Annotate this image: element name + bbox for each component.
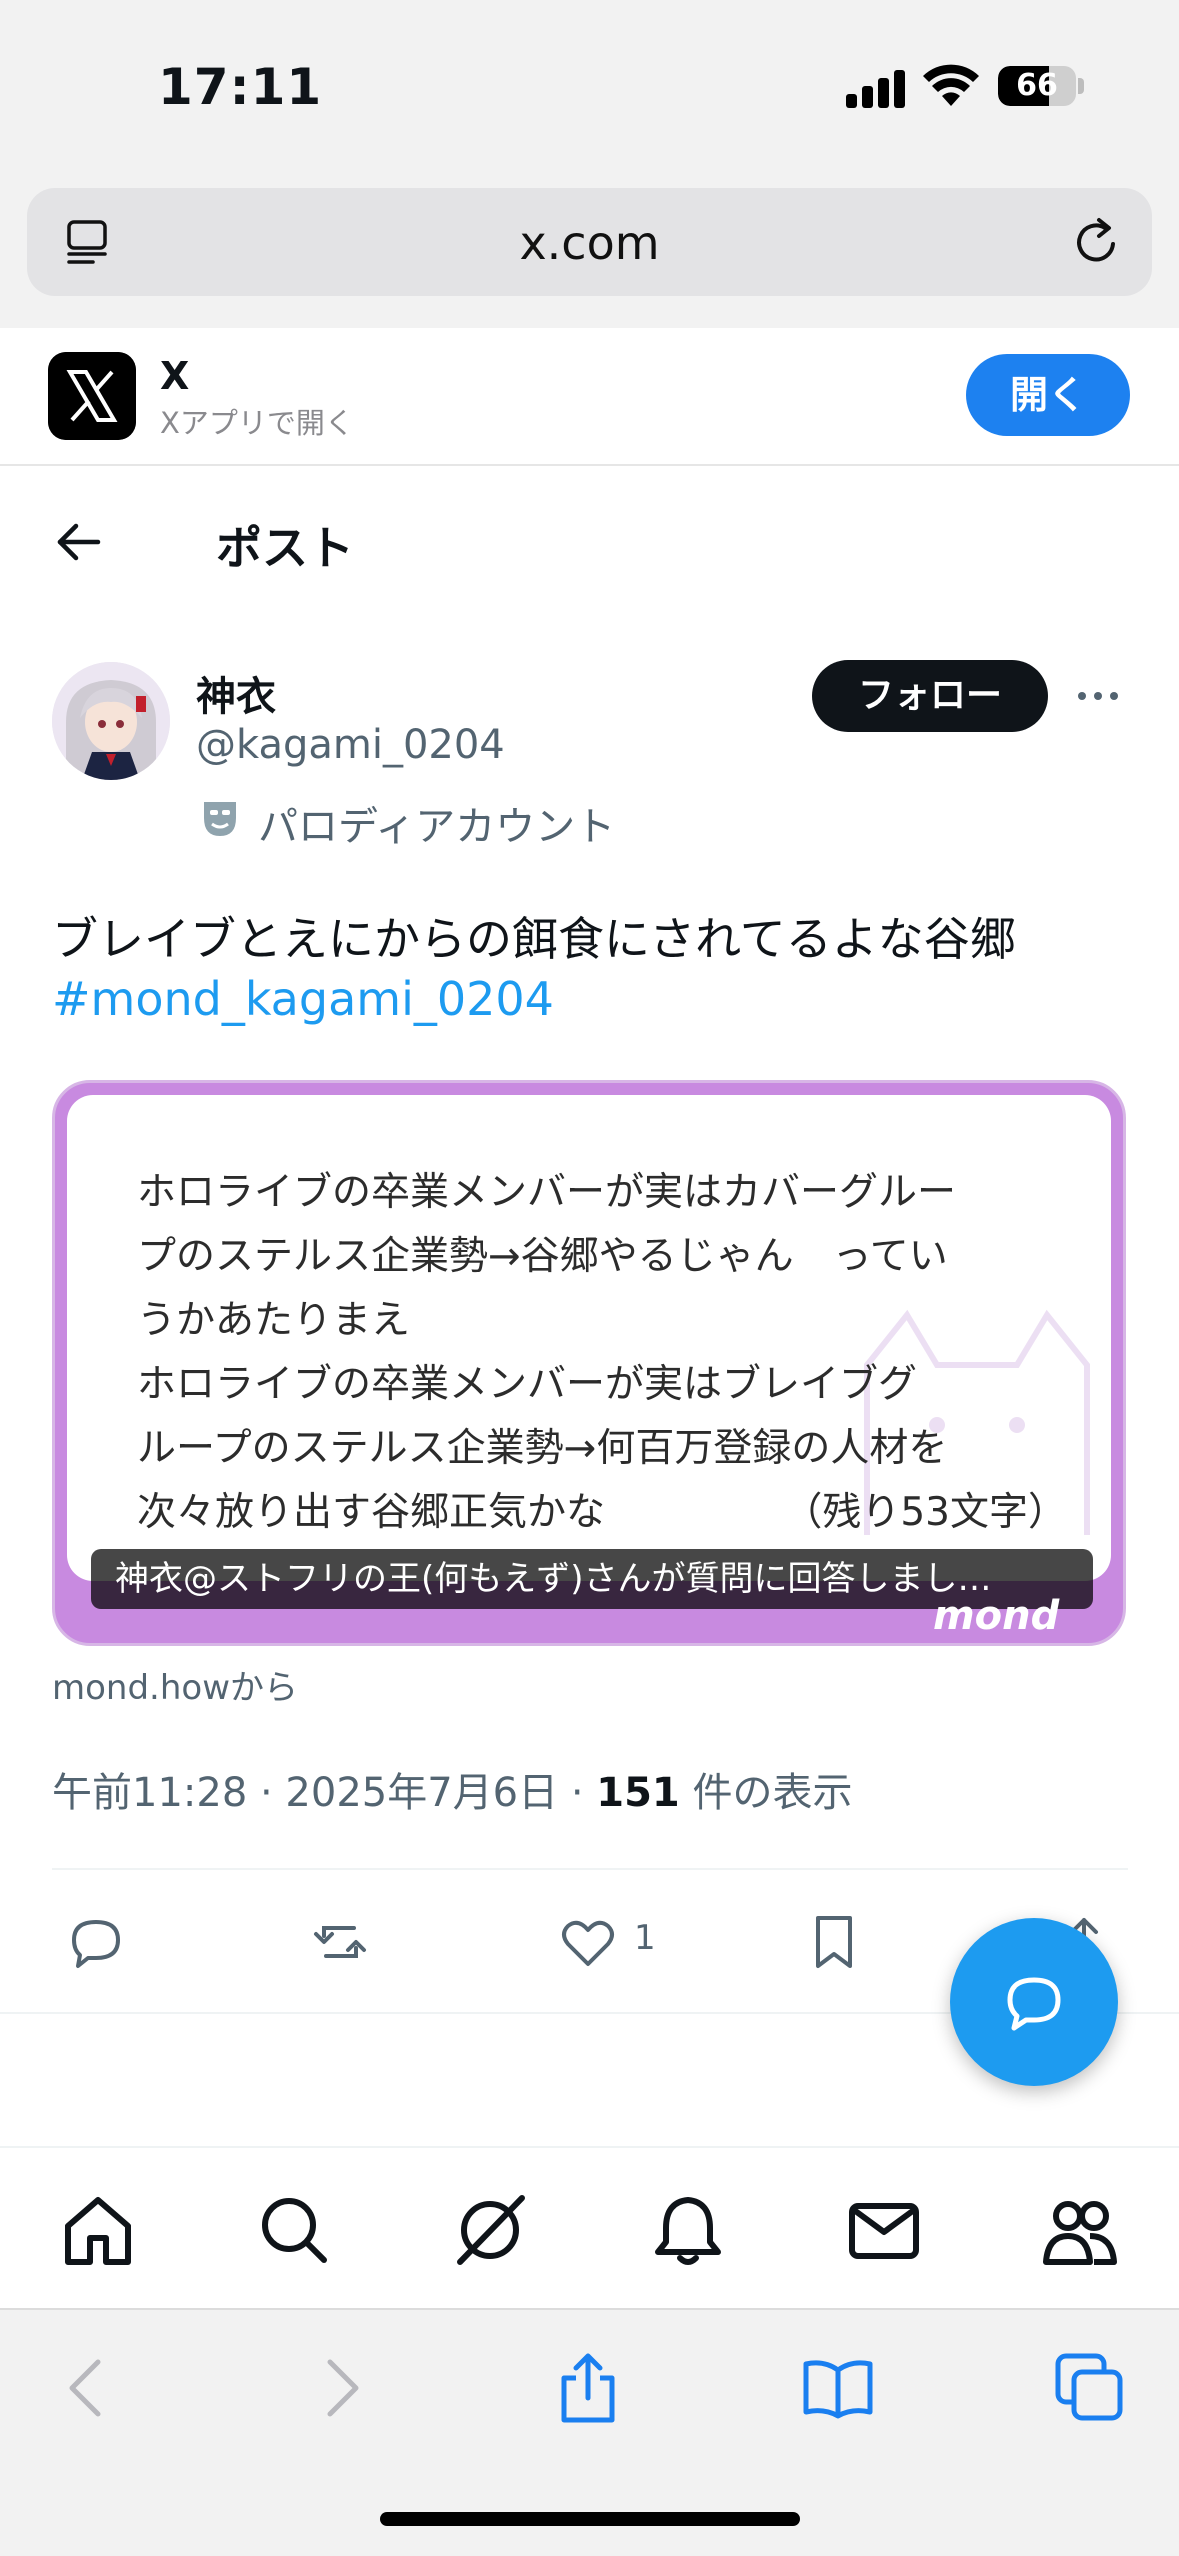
battery-cap xyxy=(1078,78,1084,94)
view-suffix: 件の表示 xyxy=(679,1770,853,1816)
card-source[interactable]: mond.howから xyxy=(52,1660,298,1709)
open-in-app-button[interactable]: 開く xyxy=(966,354,1130,436)
link-card[interactable]: ホロライブの卒業メンバーが実はカバーグルー プのステルス企業勢→谷郷やるじゃん … xyxy=(52,1080,1126,1646)
url-text[interactable]: x.com xyxy=(27,216,1152,270)
bottom-tab-bar xyxy=(0,2146,1179,2308)
card-image: ホロライブの卒業メンバーが実はカバーグルー プのステルス企業勢→谷郷やるじゃん … xyxy=(67,1095,1111,1581)
parody-account-label: パロディアカウント xyxy=(258,804,616,850)
repost-icon[interactable] xyxy=(310,1912,370,1972)
view-count: 151 xyxy=(596,1770,680,1816)
reply-bubble-icon xyxy=(1007,1977,1061,2031)
page-title: ポスト xyxy=(216,521,354,575)
card-text: ホロライブの卒業メンバーが実はカバーグルー プのステルス企業勢→谷郷やるじゃん … xyxy=(137,1161,1067,1545)
author-handle[interactable]: @kagami_0204 xyxy=(196,722,505,768)
battery-percent: 66 xyxy=(1016,68,1058,103)
browser-back-icon[interactable] xyxy=(52,2352,124,2424)
card-line: ループのステルス企業勢→何百万登録の人材を xyxy=(137,1426,948,1471)
compose-reply-button[interactable] xyxy=(950,1918,1118,2086)
bookmarks-icon[interactable] xyxy=(802,2352,874,2424)
cellular-signal-icon xyxy=(846,68,906,108)
card-line: 次々放り出す谷郷正気かな xyxy=(137,1490,606,1535)
status-bar: 17:11 66 xyxy=(0,0,1179,168)
post-text: ブレイブとえにからの餌食にされてるよな谷郷 xyxy=(52,912,1016,966)
follow-button[interactable]: フォロー xyxy=(812,660,1048,732)
home-icon[interactable] xyxy=(60,2192,136,2268)
card-line: プのステルス企業勢→谷郷やるじゃん ってい xyxy=(137,1234,948,1279)
post-timestamp[interactable]: 午前11:28 · 2025年7月6日 · xyxy=(52,1770,596,1816)
battery-indicator: 66 xyxy=(998,66,1076,106)
address-bar[interactable]: x.com xyxy=(27,188,1152,296)
like-count: 1 xyxy=(634,1918,656,1958)
status-time: 17:11 xyxy=(158,58,323,116)
notifications-icon[interactable] xyxy=(650,2192,726,2268)
browser-address-area: x.com xyxy=(0,168,1179,328)
more-options-icon[interactable] xyxy=(1074,676,1122,716)
reload-icon[interactable] xyxy=(1069,214,1125,270)
remaining-chars: （残り53文字） xyxy=(783,1490,1067,1535)
app-subtitle: Xアプリで開く xyxy=(160,406,354,440)
app-name: X xyxy=(160,354,190,398)
post-meta: 午前11:28 · 2025年7月6日 · 151 件の表示 xyxy=(52,1760,852,1818)
home-indicator xyxy=(380,2512,800,2526)
divider xyxy=(52,1868,1128,1870)
hashtag-link[interactable]: #mond_kagami_0204 xyxy=(52,972,554,1026)
card-brand-logo: mond xyxy=(933,1593,1060,1639)
messages-icon[interactable] xyxy=(846,2192,922,2268)
avatar[interactable] xyxy=(52,662,170,780)
browser-forward-icon[interactable] xyxy=(304,2352,376,2424)
back-arrow-icon[interactable] xyxy=(52,516,104,568)
tabs-icon[interactable] xyxy=(1054,2352,1126,2424)
card-line: うかあたりまえ xyxy=(137,1298,411,1343)
browser-share-icon[interactable] xyxy=(552,2352,624,2424)
card-line: ホロライブの卒業メンバーが実はブレイブグ xyxy=(137,1362,918,1407)
x-logo-icon xyxy=(48,352,136,440)
bookmark-icon[interactable] xyxy=(804,1912,864,1972)
app-banner: X Xアプリで開く 開く xyxy=(0,328,1179,466)
communities-icon[interactable] xyxy=(1042,2192,1118,2268)
author-name[interactable]: 神衣 xyxy=(196,664,276,722)
grok-icon[interactable] xyxy=(452,2192,528,2268)
search-icon[interactable] xyxy=(256,2192,332,2268)
wifi-icon xyxy=(923,64,979,106)
reply-icon[interactable] xyxy=(66,1912,126,1972)
parody-mask-icon xyxy=(204,802,236,836)
card-line: ホロライブの卒業メンバーが実はカバーグルー xyxy=(137,1170,957,1215)
like-icon[interactable] xyxy=(558,1912,618,1972)
